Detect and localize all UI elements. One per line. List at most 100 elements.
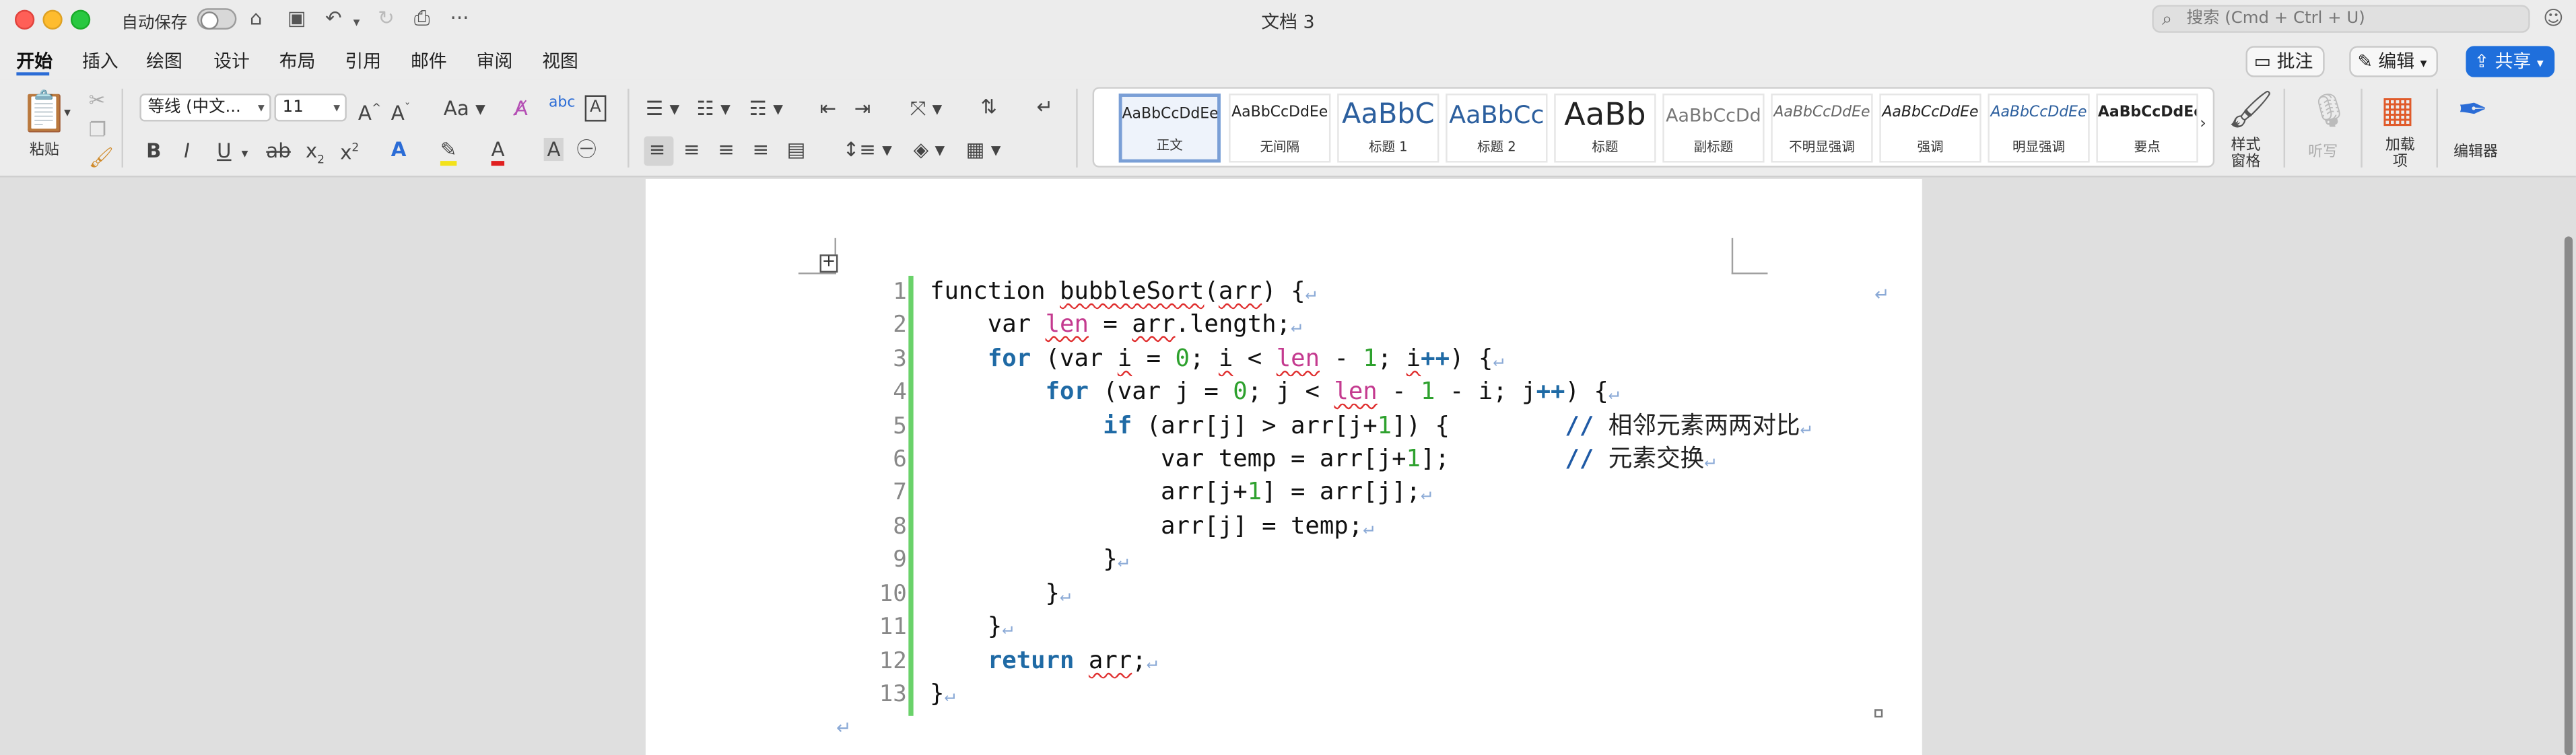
justify-icon[interactable]: ≡ (753, 138, 770, 161)
style-subtle-emphasis[interactable]: AaBbCcDdEe 不明显强调 (1771, 94, 1873, 163)
copy-icon[interactable]: ❐ (89, 118, 106, 141)
editor-icon[interactable]: ✒ (2458, 91, 2488, 132)
character-border-icon[interactable]: A (584, 95, 606, 122)
style-name: 强调 (1917, 139, 1944, 155)
borders-icon[interactable]: ▦ ▾ (966, 138, 1001, 161)
line-spacing-icon[interactable]: ↕≡ ▾ (843, 138, 892, 161)
cut-icon[interactable]: ✂ (89, 89, 106, 112)
style-no-spacing[interactable]: AaBbCcDdEe 无间隔 (1229, 94, 1331, 163)
increase-indent-icon[interactable]: ⇥ (854, 97, 871, 120)
divider (121, 88, 123, 168)
addins-icon[interactable]: ▦ (2381, 91, 2415, 132)
character-shading-icon[interactable]: A (543, 137, 564, 161)
align-left-icon[interactable]: ≡ (649, 138, 666, 161)
edit-mode-button[interactable]: ✎ 编辑 ▾ (2349, 46, 2439, 77)
table-resize-handle[interactable] (1874, 709, 1883, 718)
line-number: 5 (893, 413, 907, 440)
tab-design[interactable]: 设计 (213, 48, 250, 74)
share-button[interactable]: ⇪ 共享 ▾ (2466, 46, 2555, 77)
change-case-icon[interactable]: Aa ▾ (444, 97, 485, 120)
line-number: 8 (893, 513, 907, 540)
tab-layout[interactable]: 布局 (279, 48, 316, 74)
style-emphasis[interactable]: AaBbCcDdEe 强调 (1879, 94, 1981, 163)
style-title[interactable]: AaBb 标题 (1554, 94, 1656, 163)
style-normal[interactable]: AaBbCcDdEe 正文 (1118, 94, 1221, 163)
clear-formatting-icon[interactable]: A̸ (514, 97, 528, 120)
numbering-icon[interactable]: ☷ ▾ (697, 97, 731, 120)
divider (628, 88, 630, 168)
style-intense-emphasis[interactable]: AaBbCcDdEe 明显强调 (1988, 94, 2090, 163)
tab-references[interactable]: 引用 (345, 48, 381, 74)
font-name-select[interactable]: 等线 (中文... ▾ (139, 94, 271, 122)
shading-icon[interactable]: ◈ ▾ (914, 138, 945, 161)
format-painter-icon[interactable]: 🖌 (89, 146, 114, 169)
asian-layout-icon[interactable]: ⤧ ▾ (910, 97, 942, 120)
style-heading-1[interactable]: AaBbC 标题 1 (1337, 94, 1439, 163)
chevron-down-icon: ▾ (2420, 55, 2427, 71)
style-name: 不明显强调 (1789, 139, 1855, 155)
strikethrough-icon[interactable]: ab (266, 139, 291, 162)
search-input[interactable]: ⌕ 搜索 (Cmd + Ctrl + U) (2152, 5, 2530, 33)
tab-home[interactable]: 开始 (16, 48, 53, 74)
text-effects-icon[interactable]: A (391, 138, 407, 161)
bullets-icon[interactable]: ☰ ▾ (646, 97, 679, 120)
styles-gallery: AaBbCcDdEe 正文 AaBbCcDdEe 无间隔 AaBbC 标题 1 AaB… (1092, 87, 2215, 168)
align-right-icon[interactable]: ≡ (718, 138, 735, 161)
show-marks-icon[interactable]: ↵ (1037, 96, 1054, 118)
table-move-handle[interactable]: + (819, 254, 838, 273)
chevron-down-icon[interactable]: ▾ (64, 102, 71, 124)
style-subtitle[interactable]: AaBbCcDd 副标题 (1662, 94, 1765, 163)
style-name: 无间隔 (1260, 139, 1300, 155)
divider (2283, 88, 2286, 168)
highlight-icon[interactable]: ✎ (440, 138, 457, 166)
vertical-scrollbar[interactable] (2564, 236, 2573, 755)
style-sample: AaBb (1564, 96, 1646, 133)
gallery-expand-icon[interactable]: › (2200, 115, 2206, 133)
styles-pane-icon[interactable]: 🖌 (2228, 91, 2274, 132)
font-size-select[interactable]: 11 ▾ (274, 94, 347, 122)
code-block-bar (908, 275, 914, 716)
comment-button[interactable]: ▭ 批注 (2245, 46, 2325, 77)
tab-view[interactable]: 视图 (542, 48, 578, 74)
decrease-indent-icon[interactable]: ⇤ (820, 97, 837, 120)
sort-icon[interactable]: ⇅ (981, 96, 998, 118)
microphone-icon[interactable]: 🎙 (2308, 92, 2350, 129)
grow-font-icon[interactable]: A^ (358, 97, 381, 124)
tab-mailings[interactable]: 邮件 (411, 48, 447, 74)
comment-icon: ▭ (2253, 50, 2272, 73)
font-color-icon[interactable]: A (491, 138, 505, 166)
chevron-down-icon: ▾ (333, 100, 341, 115)
underline-icon[interactable]: U (217, 139, 231, 162)
phonetic-guide-icon[interactable]: abc (549, 92, 575, 115)
line-number: 2 (893, 312, 907, 338)
align-center-icon[interactable]: ≡ (683, 138, 700, 161)
tab-draw[interactable]: 绘图 (146, 48, 182, 74)
line-number: 3 (893, 346, 907, 373)
account-icon[interactable]: ☺ (2543, 7, 2564, 30)
multilevel-list-icon[interactable]: ☶ ▾ (749, 97, 783, 120)
code-line-6: var temp = arr[j+1]; // 元素交换↵ (930, 445, 1716, 473)
style-sample: AaBbCcDdEe (1882, 105, 1979, 122)
code-line-3: for (var i = 0; i < len - 1; i++) {↵ (987, 345, 1504, 373)
style-strong[interactable]: AaBbCcDdEe 要点 (2096, 94, 2198, 163)
style-sample: AaBbCcDdEe (1990, 105, 2087, 122)
tab-insert[interactable]: 插入 (82, 48, 118, 74)
shrink-font-icon[interactable]: Aˇ (391, 97, 411, 124)
distributed-icon[interactable]: ▤ (787, 138, 806, 161)
code-line-4: for (var j = 0; j < len - 1 - i; j++) {↵ (1045, 378, 1619, 406)
enclose-character-icon[interactable]: ㊀ (576, 138, 596, 161)
superscript-icon[interactable]: x2 (340, 137, 359, 164)
divider (2361, 88, 2363, 168)
font-name-value: 等线 (中文... (147, 98, 241, 117)
subscript-icon[interactable]: x2 (306, 139, 325, 171)
code-line-9: }↵ (930, 545, 1128, 573)
bold-icon[interactable]: B (146, 139, 161, 162)
title-bar: 自动保存 ⌂ ▣ ↶ ▾ ↻ ⎙ ··· 文档 3 ⌕ 搜索 (Cmd + Ct… (0, 0, 2576, 40)
style-name: 明显强调 (2012, 139, 2066, 155)
style-heading-2[interactable]: AaBbCc 标题 2 (1446, 94, 1548, 163)
italic-icon[interactable]: I (184, 139, 190, 162)
chevron-down-icon[interactable]: ▾ (242, 143, 248, 166)
tab-review[interactable]: 审阅 (477, 48, 513, 74)
style-name: 标题 1 (1368, 139, 1408, 155)
paste-icon[interactable]: 📋 (20, 90, 69, 133)
